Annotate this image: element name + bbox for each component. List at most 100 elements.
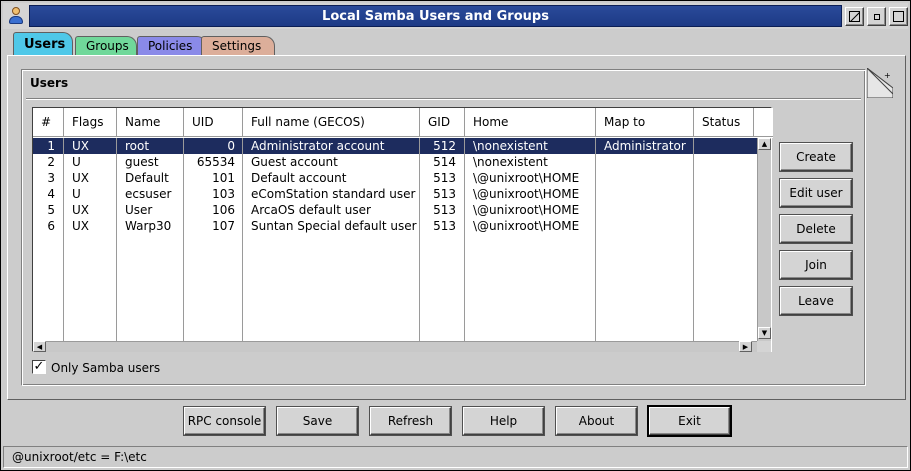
column-divider xyxy=(693,138,694,341)
only-samba-users-label[interactable]: Only Samba users xyxy=(51,361,160,375)
cell-fullname: Default account xyxy=(251,171,347,185)
cell-home: \@unixroot\HOME xyxy=(473,219,580,233)
cell-flags: UX xyxy=(72,171,90,185)
column-divider xyxy=(116,138,117,341)
cell-num: 4 xyxy=(47,187,55,201)
svg-text:+: + xyxy=(884,71,891,80)
table-row[interactable]: 1 UX root 0 Administrator account 512 \nonexis… xyxy=(33,138,757,154)
cell-num: 6 xyxy=(47,219,55,233)
cell-gid: 514 xyxy=(433,155,456,169)
users-list[interactable]: # Flags Name UID Full name (GECOS) GID H… xyxy=(32,107,773,352)
cell-fullname: Suntan Special default user xyxy=(251,219,417,233)
cell-num: 2 xyxy=(47,155,55,169)
tab-policies[interactable]: Policies xyxy=(137,36,207,56)
table-row[interactable]: 5 UX User 106 ArcaOS default user 513 \@unixro… xyxy=(33,202,757,218)
window-title: Local Samba Users and Groups xyxy=(29,5,842,27)
cell-fullname: ArcaOS default user xyxy=(251,203,371,217)
column-header-status[interactable]: Status xyxy=(694,108,754,136)
cell-uid: 107 xyxy=(212,219,235,233)
cell-name: guest xyxy=(125,155,159,169)
cell-gid: 512 xyxy=(433,139,456,153)
close-window-button[interactable] xyxy=(845,7,864,26)
cell-flags: U xyxy=(72,187,81,201)
minimize-button[interactable] xyxy=(867,7,886,26)
cell-home: \@unixroot\HOME xyxy=(473,203,580,217)
only-samba-users-checkbox[interactable]: ✓ xyxy=(32,360,46,374)
cell-gid: 513 xyxy=(433,219,456,233)
cell-home: \nonexistent xyxy=(473,139,548,153)
column-divider xyxy=(464,138,465,341)
scroll-left-arrow-icon[interactable]: ◀ xyxy=(33,341,46,352)
cell-gid: 513 xyxy=(433,187,456,201)
cell-name: Default xyxy=(125,171,169,185)
group-title: Users xyxy=(30,76,69,90)
table-row[interactable]: 3 UX Default 101 Default account 513 \@unixroo… xyxy=(33,170,757,186)
create-button[interactable]: Create xyxy=(780,143,852,171)
cell-name: Warp30 xyxy=(125,219,172,233)
vertical-scrollbar[interactable]: ▲ ▼ xyxy=(757,138,771,341)
cell-name: User xyxy=(125,203,153,217)
system-menu-icon[interactable] xyxy=(5,5,27,27)
column-header-flags[interactable]: Flags xyxy=(64,108,117,136)
help-button[interactable]: Help xyxy=(463,407,544,435)
column-divider xyxy=(242,138,243,341)
exit-button[interactable]: Exit xyxy=(649,407,730,435)
cell-home: \@unixroot\HOME xyxy=(473,187,580,201)
cell-uid: 0 xyxy=(227,139,235,153)
save-button[interactable]: Save xyxy=(277,407,358,435)
column-header-gid[interactable]: GID xyxy=(420,108,465,136)
delete-button[interactable]: Delete xyxy=(780,215,852,243)
table-row[interactable]: 4 Uecsuser 103 eComStation standard user 513… xyxy=(33,186,757,202)
cell-num: 3 xyxy=(47,171,55,185)
maximize-button[interactable] xyxy=(889,7,908,26)
leave-button[interactable]: Leave xyxy=(780,287,852,315)
cell-num: 1 xyxy=(47,139,55,153)
list-header: # Flags Name UID Full name (GECOS) GID H… xyxy=(33,108,773,138)
status-bar: @unixroot/etc = F:\etc xyxy=(3,446,908,468)
column-divider xyxy=(419,138,420,341)
tab-settings[interactable]: Settings xyxy=(201,36,275,56)
page-corner-icon[interactable]: + xyxy=(867,68,893,98)
cell-home: \@unixroot\HOME xyxy=(473,171,580,185)
scrollbar-corner xyxy=(757,341,771,352)
cell-uid: 103 xyxy=(212,187,235,201)
refresh-button[interactable]: Refresh xyxy=(370,407,451,435)
column-header-mapto[interactable]: Map to xyxy=(596,108,694,136)
cell-fullname: eComStation standard user xyxy=(251,187,416,201)
cell-uid: 101 xyxy=(212,171,235,185)
cell-flags: UX xyxy=(72,203,90,217)
horizontal-scrollbar[interactable]: ◀ ▶ xyxy=(33,341,757,352)
cell-uid: 65534 xyxy=(196,155,235,169)
edit-user-button[interactable]: Edit user xyxy=(780,179,852,207)
join-button[interactable]: Join xyxy=(780,251,852,279)
header-divider xyxy=(33,136,773,137)
scroll-up-arrow-icon[interactable]: ▲ xyxy=(758,138,771,150)
cell-name: ecsuser xyxy=(125,187,172,201)
cell-home: \nonexistent xyxy=(473,155,548,169)
column-header-name[interactable]: Name xyxy=(117,108,184,136)
column-header-uid[interactable]: UID xyxy=(184,108,243,136)
tab-users[interactable]: Users xyxy=(13,32,73,57)
column-divider xyxy=(63,138,64,341)
scroll-down-arrow-icon[interactable]: ▼ xyxy=(758,327,771,339)
group-divider xyxy=(26,98,861,100)
cell-mapto: Administrator xyxy=(604,139,686,153)
column-header-home[interactable]: Home xyxy=(465,108,596,136)
main-window: Local Samba Users and Groups Users Group… xyxy=(0,0,911,471)
rpc-console-button[interactable]: RPC console xyxy=(184,407,265,435)
table-row[interactable]: 2 Uguest 65534 Guest account 514 \nonexistent xyxy=(33,154,757,170)
tab-groups[interactable]: Groups xyxy=(75,36,137,56)
cell-num: 5 xyxy=(47,203,55,217)
column-header-number[interactable]: # xyxy=(33,108,64,136)
title-bar[interactable]: Local Samba Users and Groups xyxy=(3,3,908,29)
cell-flags: UX xyxy=(72,139,90,153)
about-button[interactable]: About xyxy=(556,407,637,435)
maximize-icon xyxy=(893,11,904,22)
cell-flags: UX xyxy=(72,219,90,233)
scroll-right-arrow-icon[interactable]: ▶ xyxy=(739,341,752,352)
cell-fullname: Guest account xyxy=(251,155,338,169)
table-row[interactable]: 6 UX Warp30 107 Suntan Special default user 5… xyxy=(33,218,757,234)
minimize-icon xyxy=(873,13,880,20)
column-header-fullname[interactable]: Full name (GECOS) xyxy=(243,108,420,136)
column-divider xyxy=(183,138,184,341)
